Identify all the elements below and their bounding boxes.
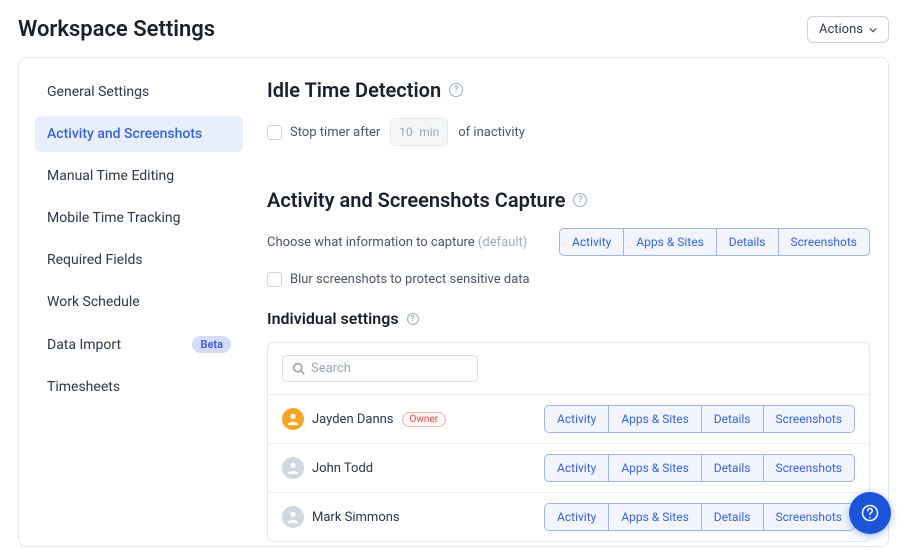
help-fab[interactable] — [849, 492, 891, 534]
blur-label: Blur screenshots to protect sensitive da… — [290, 272, 530, 287]
user-option-details[interactable]: Details — [701, 503, 763, 531]
search-icon — [292, 362, 305, 375]
idle-minutes-input[interactable]: 10 min — [390, 118, 448, 146]
user-row: John Todd Activity Apps & Sites Details … — [268, 444, 869, 493]
user-row: Mark Simmons Activity Apps & Sites Detai… — [268, 493, 869, 541]
capture-option-screenshots[interactable]: Screenshots — [778, 228, 870, 256]
idle-heading: Idle Time Detection — [267, 78, 441, 102]
user-option-activity[interactable]: Activity — [544, 405, 608, 433]
stop-timer-checkbox[interactable] — [267, 125, 282, 140]
actions-label: Actions — [819, 22, 863, 37]
user-capture-group: Activity Apps & Sites Details Screenshot… — [544, 503, 855, 531]
user-name: Jayden Danns — [312, 412, 394, 427]
sidebar-label: Work Schedule — [47, 294, 140, 310]
sidebar-label: Manual Time Editing — [47, 168, 174, 184]
help-icon[interactable]: ? — [449, 83, 463, 97]
user-option-screenshots[interactable]: Screenshots — [763, 503, 855, 531]
stop-timer-post: of inactivity — [458, 125, 525, 140]
sidebar-item-required-fields[interactable]: Required Fields — [35, 242, 243, 278]
page-title: Workspace Settings — [18, 17, 215, 42]
sidebar-item-mobile-tracking[interactable]: Mobile Time Tracking — [35, 200, 243, 236]
user-option-details[interactable]: Details — [701, 454, 763, 482]
person-icon — [286, 412, 300, 426]
sidebar-label: Data Import — [47, 337, 121, 353]
user-option-details[interactable]: Details — [701, 405, 763, 433]
help-icon[interactable]: ? — [407, 313, 419, 325]
idle-value: 10 — [399, 125, 413, 139]
beta-badge: Beta — [192, 336, 231, 353]
sidebar-item-data-import[interactable]: Data Import Beta — [35, 326, 243, 363]
person-icon — [286, 461, 300, 475]
help-icon[interactable]: ? — [573, 193, 587, 207]
sidebar-item-timesheets[interactable]: Timesheets — [35, 369, 243, 405]
chevron-down-icon — [869, 26, 877, 34]
capture-choose-text: Choose what information to capture — [267, 235, 475, 250]
user-option-apps[interactable]: Apps & Sites — [608, 454, 700, 482]
individual-settings-box: Search Jayden Danns Owner Activity Apps … — [267, 342, 870, 542]
user-search-input[interactable]: Search — [282, 355, 478, 382]
person-icon — [286, 510, 300, 524]
capture-heading: Activity and Screenshots Capture — [267, 188, 565, 212]
individual-heading: Individual settings — [267, 309, 399, 328]
user-name: John Todd — [312, 461, 373, 476]
user-capture-group: Activity Apps & Sites Details Screenshot… — [544, 454, 855, 482]
capture-option-apps[interactable]: Apps & Sites — [623, 228, 715, 256]
avatar — [282, 506, 304, 528]
stop-timer-pre: Stop timer after — [290, 125, 380, 140]
sidebar-item-general[interactable]: General Settings — [35, 74, 243, 110]
capture-default-text: (default) — [478, 235, 527, 250]
actions-dropdown[interactable]: Actions — [807, 16, 889, 43]
sidebar-label: Required Fields — [47, 252, 143, 268]
idle-unit: min — [419, 125, 439, 139]
sidebar-item-work-schedule[interactable]: Work Schedule — [35, 284, 243, 320]
user-option-activity[interactable]: Activity — [544, 503, 608, 531]
capture-default-group: Activity Apps & Sites Details Screenshot… — [559, 228, 870, 256]
capture-choose-label: Choose what information to capture (defa… — [267, 235, 527, 250]
blur-screenshots-checkbox[interactable] — [267, 272, 282, 287]
user-option-screenshots[interactable]: Screenshots — [763, 405, 855, 433]
settings-sidebar: General Settings Activity and Screenshot… — [29, 68, 247, 546]
search-placeholder: Search — [311, 361, 351, 376]
user-option-screenshots[interactable]: Screenshots — [763, 454, 855, 482]
avatar — [282, 457, 304, 479]
user-row: Jayden Danns Owner Activity Apps & Sites… — [268, 395, 869, 444]
user-option-apps[interactable]: Apps & Sites — [608, 405, 700, 433]
sidebar-label: Mobile Time Tracking — [47, 210, 181, 226]
capture-option-activity[interactable]: Activity — [559, 228, 623, 256]
user-capture-group: Activity Apps & Sites Details Screenshot… — [544, 405, 855, 433]
capture-option-details[interactable]: Details — [716, 228, 778, 256]
settings-content: Idle Time Detection ? Stop timer after 1… — [247, 68, 878, 546]
user-option-activity[interactable]: Activity — [544, 454, 608, 482]
user-name: Mark Simmons — [312, 510, 400, 525]
question-icon — [861, 504, 879, 522]
sidebar-item-activity-screenshots[interactable]: Activity and Screenshots — [35, 116, 243, 152]
avatar — [282, 408, 304, 430]
sidebar-label: General Settings — [47, 84, 149, 100]
sidebar-label: Activity and Screenshots — [47, 126, 202, 142]
user-option-apps[interactable]: Apps & Sites — [608, 503, 700, 531]
sidebar-label: Timesheets — [47, 379, 120, 395]
owner-badge: Owner — [402, 412, 447, 427]
sidebar-item-manual-time[interactable]: Manual Time Editing — [35, 158, 243, 194]
